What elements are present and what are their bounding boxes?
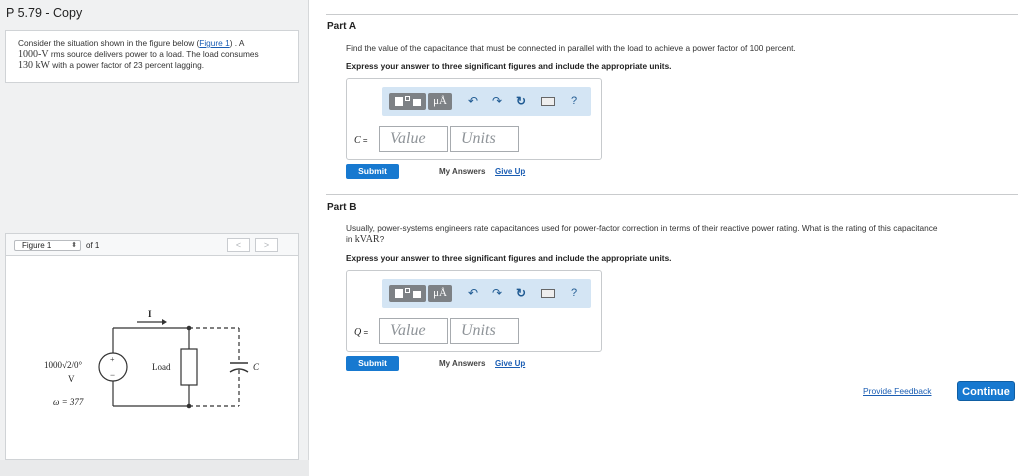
figure-select[interactable]: Figure 1 ⬍ bbox=[14, 240, 81, 251]
problem-statement: Consider the situation shown in the figu… bbox=[5, 30, 299, 83]
units-symbol-button[interactable]: μÅ bbox=[428, 93, 452, 110]
continue-button[interactable]: Continue bbox=[957, 381, 1015, 401]
reset-icon[interactable]: ↻ bbox=[516, 286, 526, 300]
circuit-diagram: + − I Load C 1000√2/0° V ω = 377 bbox=[44, 309, 260, 409]
value-input[interactable]: Value bbox=[379, 126, 448, 152]
figure-navigation: Figure 1 ⬍ of 1 < > bbox=[5, 233, 299, 255]
previous-figure-button[interactable]: < bbox=[227, 238, 250, 252]
redo-icon[interactable]: ↷ bbox=[492, 286, 502, 300]
node-bottom bbox=[186, 403, 192, 409]
part-a-question: Find the value of the capacitance that m… bbox=[346, 43, 796, 53]
part-b-question: Usually, power-systems engineers rate ca… bbox=[346, 223, 938, 245]
redo-icon[interactable]: ↷ bbox=[492, 94, 502, 108]
divider bbox=[326, 194, 1018, 195]
part-a-give-up-link[interactable]: Give Up bbox=[495, 167, 525, 176]
problem-line-3: 130 kW with a power factor of 23 percent… bbox=[18, 60, 204, 71]
part-b-title: Part B bbox=[327, 202, 357, 213]
figure-count: of 1 bbox=[86, 241, 100, 250]
next-figure-button[interactable]: > bbox=[255, 238, 278, 252]
divider bbox=[326, 14, 1018, 15]
select-arrows-icon: ⬍ bbox=[71, 242, 77, 249]
source-value-label: 1000√2/0° bbox=[44, 360, 82, 370]
part-a-instructions: Express your answer to three significant… bbox=[346, 61, 672, 71]
current-label: I bbox=[148, 309, 152, 319]
units-input[interactable]: Units bbox=[450, 318, 519, 344]
reset-icon[interactable]: ↻ bbox=[516, 94, 526, 108]
part-b-variable: Q = bbox=[354, 327, 369, 338]
math-toolbar: μÅ ↶ ↷ ↻ ? bbox=[382, 87, 591, 116]
help-icon[interactable]: ? bbox=[571, 95, 577, 107]
part-a-variable: C = bbox=[354, 135, 368, 146]
node-top bbox=[186, 325, 192, 331]
math-toolbar: μÅ ↶ ↷ ↻ ? bbox=[382, 279, 591, 308]
help-icon[interactable]: ? bbox=[571, 287, 577, 299]
part-b-submit-button[interactable]: Submit bbox=[346, 356, 399, 371]
part-a-title: Part A bbox=[327, 21, 357, 32]
figure-1: + − I Load C 1000√2/0° V ω = 377 bbox=[5, 255, 299, 460]
part-a-answer-box: μÅ ↶ ↷ ↻ ? C = Value Units bbox=[346, 78, 602, 160]
undo-icon[interactable]: ↶ bbox=[468, 286, 478, 300]
units-input[interactable]: Units bbox=[450, 126, 519, 152]
bottom-strip bbox=[0, 460, 309, 476]
templates-button[interactable] bbox=[389, 285, 426, 302]
problem-line-2: 1000-V rms source delivers power to a lo… bbox=[18, 48, 259, 60]
templates-button[interactable] bbox=[389, 93, 426, 110]
provide-feedback-link[interactable]: Provide Feedback bbox=[863, 386, 932, 396]
part-a-submit-button[interactable]: Submit bbox=[346, 164, 399, 179]
figure-link[interactable]: Figure 1 bbox=[199, 38, 229, 48]
load-resistor bbox=[180, 348, 198, 386]
part-a-my-answers[interactable]: My Answers bbox=[439, 167, 485, 176]
keyboard-icon[interactable] bbox=[541, 289, 555, 298]
answer-panel: Part A Find the value of the capacitance… bbox=[310, 0, 1024, 476]
page-title: P 5.79 - Copy bbox=[6, 6, 83, 20]
capacitor-label: C bbox=[253, 362, 260, 372]
current-arrowhead bbox=[162, 319, 167, 325]
keyboard-icon[interactable] bbox=[541, 97, 555, 106]
value-input[interactable]: Value bbox=[379, 318, 448, 344]
source-unit-label: V bbox=[68, 374, 75, 384]
part-b-instructions: Express your answer to three significant… bbox=[346, 253, 672, 263]
part-b-my-answers[interactable]: My Answers bbox=[439, 359, 485, 368]
problem-line-1: Consider the situation shown in the figu… bbox=[18, 38, 245, 48]
part-b-answer-box: μÅ ↶ ↷ ↻ ? Q = Value Units bbox=[346, 270, 602, 352]
units-symbol-button[interactable]: μÅ bbox=[428, 285, 452, 302]
problem-panel: P 5.79 - Copy Consider the situation sho… bbox=[0, 0, 309, 476]
undo-icon[interactable]: ↶ bbox=[468, 94, 478, 108]
part-b-give-up-link[interactable]: Give Up bbox=[495, 359, 525, 368]
load-label: Load bbox=[152, 362, 171, 372]
omega-label: ω = 377 bbox=[53, 397, 84, 407]
source-plus: + bbox=[110, 355, 115, 364]
source-minus: − bbox=[110, 370, 115, 380]
